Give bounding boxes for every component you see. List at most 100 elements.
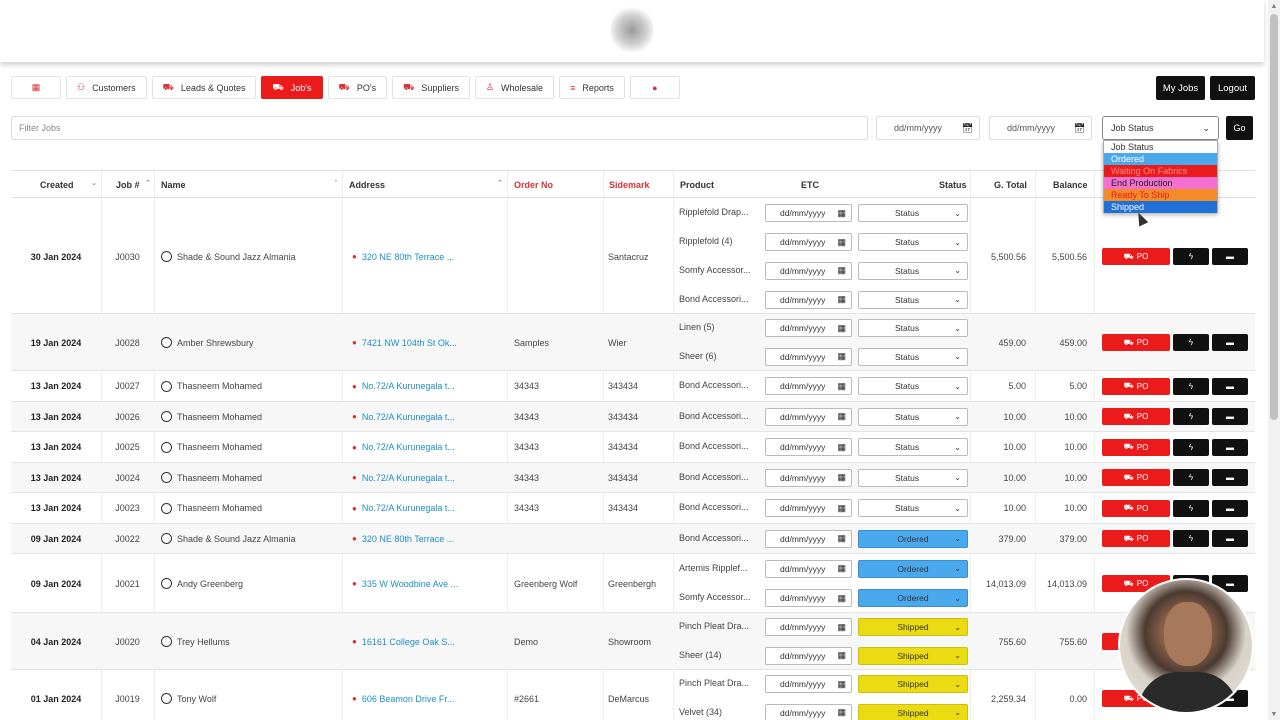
etc-date-input[interactable]: dd/mm/yyyy ▦ — [765, 499, 852, 518]
address-link[interactable]: 335 W Woodbine Ave ... — [362, 579, 458, 589]
etc-date-input[interactable]: dd/mm/yyyy ▦ — [765, 438, 852, 457]
table-row[interactable]: 09 Jan 2024 J0022 Shade & Sound Jazz Alman… — [11, 523, 1255, 555]
po-button[interactable]: ⛟PO — [1102, 530, 1170, 548]
address-cell[interactable]: ● 320 NE 80th Terrace ... — [352, 199, 502, 314]
col-created[interactable]: Created — [40, 171, 74, 198]
calendar-icon[interactable]: ▦ — [837, 265, 846, 276]
etc-date-input[interactable]: dd/mm/yyyy ▦ — [765, 290, 852, 309]
status-select[interactable]: Ordered ⌄ — [858, 589, 968, 608]
etc-date-input[interactable]: dd/mm/yyyy ▦ — [765, 675, 852, 694]
date-to-input[interactable]: dd/mm/yyyy 📅︎ — [989, 116, 1092, 140]
table-row[interactable]: 13 Jan 2024 J0027 Thasneem Mohamed ● No.72/A… — [11, 371, 1255, 402]
status-select[interactable]: Status ⌄ — [858, 347, 968, 366]
nav-leads-quotes[interactable]: ⛟ Leads & Quotes — [151, 76, 257, 99]
calendar-icon[interactable]: ▦ — [837, 442, 846, 453]
calendar-icon[interactable]: ▦ — [837, 472, 846, 483]
table-row[interactable]: 09 Jan 2024 J0021 Andy Greenberg ● 335 W Woo… — [11, 554, 1255, 613]
col-order-no[interactable]: Order No — [514, 171, 553, 198]
address-cell[interactable]: ● No.72/A Kurunegala t... — [352, 402, 502, 433]
customer-name-cell[interactable]: Tony Wolf — [161, 670, 339, 720]
go-button[interactable]: Go — [1226, 116, 1253, 140]
nav-wholesale[interactable]: ♙ Wholesale — [474, 76, 555, 99]
message-button[interactable]: ▬ — [1212, 499, 1248, 517]
quick-action-button[interactable]: ϟ — [1173, 499, 1209, 517]
nav-reports[interactable]: ≡ Reports — [559, 76, 625, 99]
customer-name-cell[interactable]: Thasneem Mohamed — [161, 402, 339, 433]
etc-date-input[interactable]: dd/mm/yyyy ▦ — [765, 233, 852, 252]
po-button[interactable]: ⛟PO — [1102, 408, 1170, 426]
po-button[interactable]: ⛟PO — [1102, 248, 1170, 265]
calendar-icon[interactable]: ▦ — [837, 650, 846, 661]
calendar-icon[interactable]: ▦ — [837, 351, 846, 362]
table-row[interactable]: 19 Jan 2024 J0028 Amber Shrewsbury ● 7421 NW… — [11, 314, 1255, 371]
etc-date-input[interactable]: dd/mm/yyyy ▦ — [765, 703, 852, 720]
quick-action-button[interactable]: ϟ — [1173, 469, 1209, 487]
status-option[interactable]: Job Status — [1104, 141, 1217, 153]
nav-suppliers[interactable]: ⛟ Suppliers — [392, 76, 470, 99]
etc-date-input[interactable]: dd/mm/yyyy ▦ — [765, 468, 852, 487]
address-link[interactable]: No.72/A Kurunegala t... — [362, 442, 455, 452]
col-product[interactable]: Product — [680, 171, 714, 198]
status-select[interactable]: Status ⌄ — [858, 261, 968, 280]
customer-name-cell[interactable]: Thasneem Mohamed — [161, 371, 339, 402]
address-cell[interactable]: ● No.72/A Kurunegala t... — [352, 371, 502, 402]
etc-date-input[interactable]: dd/mm/yyyy ▦ — [765, 377, 852, 396]
status-select[interactable]: Shipped ⌄ — [858, 703, 968, 720]
status-option[interactable]: Shipped — [1104, 201, 1217, 213]
address-cell[interactable]: ● 606 Beamon Drive Fr... — [352, 670, 502, 720]
calendar-icon[interactable]: ▦ — [837, 208, 846, 219]
customer-name-cell[interactable]: Andy Greenberg — [161, 554, 339, 613]
message-button[interactable]: ▬ — [1212, 438, 1248, 456]
table-row[interactable]: 01 Jan 2024 J0019 Tony Wolf ● 606 Beamon Dri… — [11, 670, 1255, 720]
status-select[interactable]: Status ⌄ — [858, 204, 968, 223]
table-row[interactable]: 13 Jan 2024 J0026 Thasneem Mohamed ● No.72/A… — [11, 401, 1255, 433]
calendar-icon[interactable]: ▦ — [837, 237, 846, 248]
address-link[interactable]: No.72/A Kurunegala t... — [362, 503, 455, 513]
customer-name-cell[interactable]: Thasneem Mohamed — [161, 432, 339, 463]
sort-asc-icon[interactable]: ⌃ — [145, 179, 151, 187]
calendar-icon[interactable]: ▦ — [837, 563, 846, 574]
status-select[interactable]: Shipped ⌄ — [858, 618, 968, 637]
customer-name-cell[interactable]: Amber Shrewsbury — [161, 314, 339, 371]
nav-job-s[interactable]: ⛟ Job's — [261, 76, 323, 99]
calendar-icon[interactable]: ▦ — [837, 381, 846, 392]
address-link[interactable]: 320 NE 80th Terrace ... — [362, 252, 454, 262]
etc-date-input[interactable]: dd/mm/yyyy ▦ — [765, 589, 852, 608]
status-select[interactable]: Status ⌄ — [858, 438, 968, 457]
calendar-icon[interactable]: ▦ — [837, 503, 846, 514]
address-cell[interactable]: ● 320 NE 80th Terrace ... — [352, 524, 502, 555]
etc-date-input[interactable]: dd/mm/yyyy ▦ — [765, 646, 852, 665]
status-select[interactable]: Status ⌄ — [858, 468, 968, 487]
message-button[interactable]: ▬ — [1212, 469, 1248, 487]
etc-date-input[interactable]: dd/mm/yyyy ▦ — [765, 559, 852, 578]
status-option[interactable]: Ready To Ship — [1104, 189, 1217, 201]
calendar-icon[interactable]: ▦ — [837, 707, 846, 718]
calendar-icon[interactable]: ▦ — [837, 411, 846, 422]
col-address[interactable]: Address — [349, 171, 385, 198]
map-button[interactable]: ● — [629, 76, 680, 99]
calendar-button[interactable]: ▦ — [11, 76, 61, 99]
col-name[interactable]: Name — [161, 171, 186, 198]
po-button[interactable]: ⛟PO — [1102, 469, 1170, 487]
address-link[interactable]: 7421 NW 104th St Ok... — [362, 338, 457, 348]
scroll-up-icon[interactable]: ▲ — [1268, 0, 1280, 12]
calendar-icon[interactable]: ▦ — [837, 622, 846, 633]
etc-date-input[interactable]: dd/mm/yyyy ▦ — [765, 319, 852, 338]
status-select[interactable]: Status ⌄ — [858, 319, 968, 338]
etc-date-input[interactable]: dd/mm/yyyy ▦ — [765, 261, 852, 280]
calendar-icon[interactable]: 📅︎ — [1074, 123, 1085, 134]
customer-name-cell[interactable]: Shade & Sound Jazz Almania — [161, 199, 339, 314]
status-select[interactable]: Status ⌄ — [858, 499, 968, 518]
address-cell[interactable]: ● No.72/A Kurunegala t... — [352, 463, 502, 494]
calendar-icon[interactable]: ▦ — [837, 679, 846, 690]
company-logo[interactable] — [610, 6, 654, 54]
status-option[interactable]: Waiting On Fabrics — [1104, 165, 1217, 177]
nav-customers[interactable]: ⚇ Customers — [66, 76, 147, 99]
po-button[interactable]: ⛟PO — [1102, 438, 1170, 456]
status-select[interactable]: Ordered ⌄ — [858, 559, 968, 578]
status-select[interactable]: Shipped ⌄ — [858, 646, 968, 665]
etc-date-input[interactable]: dd/mm/yyyy ▦ — [765, 347, 852, 366]
status-select[interactable]: Status ⌄ — [858, 290, 968, 309]
quick-action-button[interactable]: ϟ — [1173, 530, 1209, 548]
sort-desc-icon[interactable]: ⌄ — [91, 179, 97, 187]
